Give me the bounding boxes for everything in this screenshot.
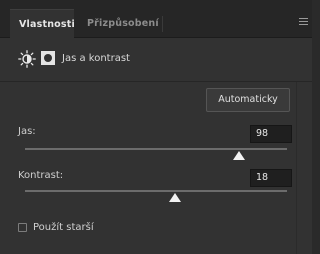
- brightness-value-field[interactable]: 98: [250, 125, 292, 143]
- tab-separator: [162, 16, 163, 32]
- tab-properties[interactable]: Vlastnosti: [10, 9, 75, 38]
- use-legacy-checkbox[interactable]: [18, 223, 27, 232]
- adjustment-header: Jas a kontrast: [0, 38, 312, 82]
- contrast-slider-thumb[interactable]: [169, 193, 182, 202]
- brightness-slider-thumb[interactable]: [233, 151, 246, 160]
- brightness-sun-icon[interactable]: [18, 50, 36, 68]
- contrast-value-field[interactable]: 18: [250, 169, 292, 187]
- contrast-label: Kontrast:: [18, 170, 64, 181]
- contrast-slider-track[interactable]: [25, 190, 287, 192]
- use-legacy-label: Použít starší: [33, 222, 94, 233]
- panel-menu-icon[interactable]: [299, 18, 308, 26]
- properties-panel: Vlastnosti Přizpůsobení Jas a kontrast A…: [0, 0, 312, 254]
- panel-scroll-divider: [296, 82, 297, 254]
- layer-mask-icon[interactable]: [40, 50, 56, 66]
- brightness-label: Jas:: [18, 126, 36, 137]
- tab-bar: Vlastnosti Přizpůsobení: [0, 0, 312, 38]
- brightness-slider-track[interactable]: [25, 148, 287, 150]
- tab-adjustments[interactable]: Přizpůsobení: [78, 9, 160, 38]
- auto-button[interactable]: Automaticky: [206, 88, 290, 112]
- adjustment-title: Jas a kontrast: [62, 53, 130, 64]
